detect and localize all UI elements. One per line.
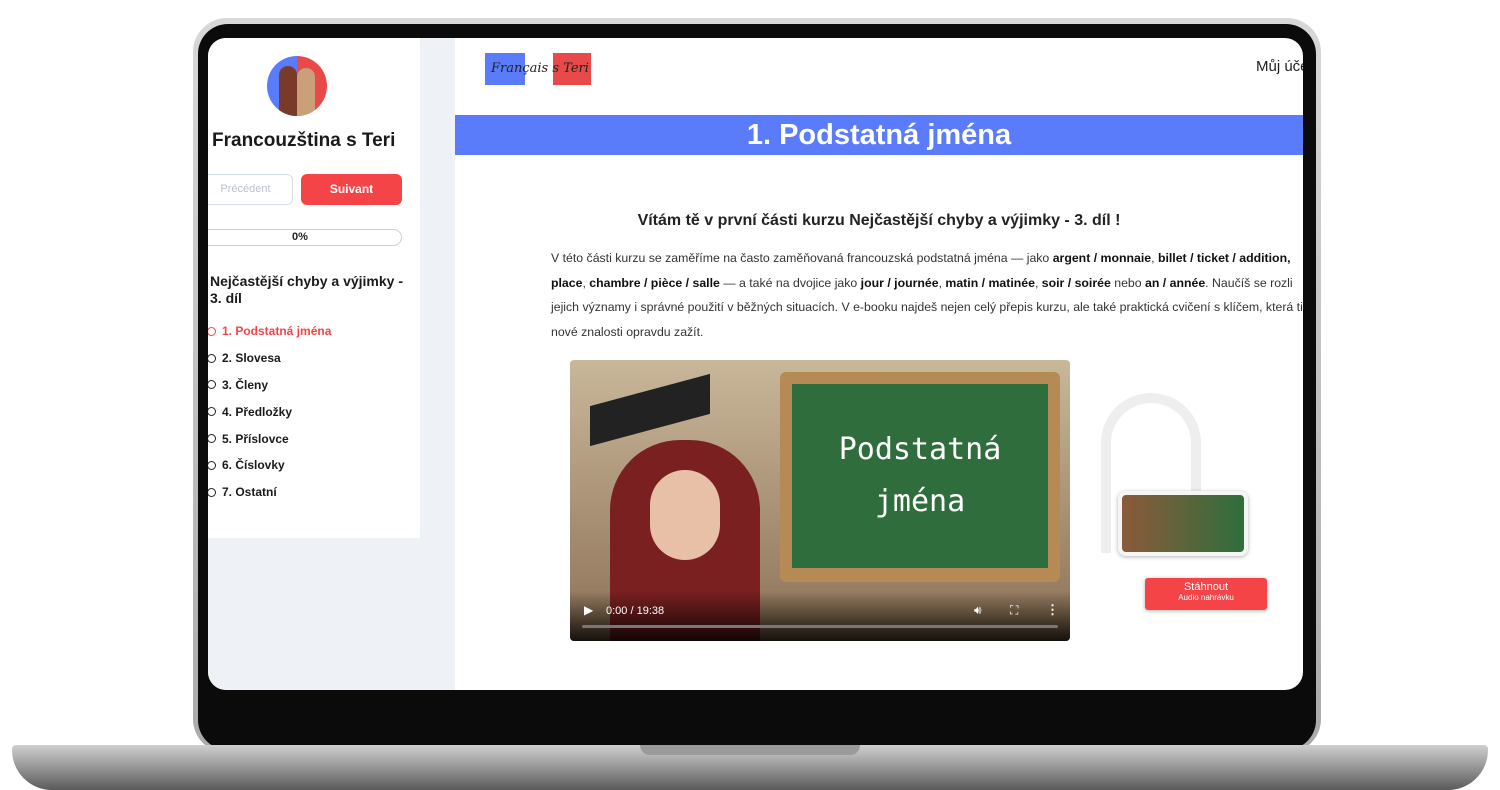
- intro-paragraph: V této části kurzu se zaměříme na často …: [551, 251, 1303, 339]
- phone-thumbnail-image: [1118, 491, 1248, 556]
- fullscreen-icon[interactable]: ⛶: [1010, 603, 1018, 618]
- status-circle-icon: [208, 487, 216, 497]
- course-progress: 0%: [208, 229, 402, 246]
- lesson-item[interactable]: 4. Předložky: [208, 398, 331, 425]
- video-seek-bar[interactable]: [582, 625, 1058, 628]
- lesson-title: 1. Podstatná jména: [455, 115, 1303, 155]
- teacher-face: [650, 470, 720, 560]
- status-circle-icon: [208, 326, 216, 336]
- account-link[interactable]: Můj úče: [1256, 58, 1303, 75]
- lesson-label: 5. Příslovce: [222, 431, 289, 446]
- video-controls: ▶ 0:00 / 19:38 🔊︎ ⛶ ⋮: [570, 591, 1070, 641]
- lesson-item[interactable]: 3. Členy: [208, 372, 331, 399]
- lesson-item[interactable]: 5. Příslovce: [208, 425, 331, 452]
- logo-text: Français s Teri: [491, 61, 589, 76]
- avatar: [267, 56, 327, 116]
- lesson-list: 1. Podstatná jména 2. Slovesa 3. Členy 4…: [208, 318, 331, 506]
- download-label: Stáhnout: [1183, 581, 1229, 593]
- lesson-label: 4. Předložky: [222, 404, 293, 419]
- lesson-label: 7. Ostatní: [222, 485, 277, 500]
- course-title: Nejčastější chyby a výjimky - 3. díl: [210, 273, 403, 306]
- site-logo[interactable]: Français s Teri: [483, 50, 593, 88]
- sidebar: Francouzština s Teri Précédent Suivant 0…: [208, 38, 420, 538]
- volume-icon[interactable]: 🔊︎: [974, 603, 982, 618]
- video-time: 0:00 / 19:38: [606, 605, 665, 617]
- lesson-label: 2. Slovesa: [222, 351, 281, 366]
- status-circle-icon: [208, 407, 216, 417]
- status-circle-icon: [208, 353, 216, 363]
- lesson-item[interactable]: 7. Ostatní: [208, 479, 331, 506]
- next-button[interactable]: Suivant: [301, 174, 402, 205]
- status-circle-icon: [208, 434, 216, 444]
- status-circle-icon: [208, 460, 216, 470]
- chalkboard: Podstatná jména: [780, 372, 1060, 582]
- graduation-cap-icon: [590, 373, 710, 447]
- screen: Francouzština s Teri Précédent Suivant 0…: [208, 38, 1303, 690]
- more-options-icon[interactable]: ⋮: [1046, 602, 1059, 618]
- download-sublabel: Audio nahrávku: [1178, 593, 1234, 602]
- lesson-item[interactable]: 1. Podstatná jména: [208, 318, 331, 345]
- welcome-heading: Vítám tě v první části kurzu Nejčastější…: [637, 212, 1121, 229]
- lesson-item[interactable]: 6. Číslovky: [208, 452, 331, 479]
- lesson-item[interactable]: 2. Slovesa: [208, 345, 331, 372]
- play-icon[interactable]: ▶: [584, 603, 593, 617]
- previous-button[interactable]: Précédent: [208, 174, 293, 205]
- video-player[interactable]: Podstatná jména ▶ 0:00 / 19:38 🔊︎ ⛶ ⋮: [570, 360, 1070, 641]
- laptop-notch: [640, 745, 860, 755]
- lesson-label: 3. Členy: [222, 377, 269, 392]
- site-name: Francouzština s Teri: [212, 130, 396, 151]
- status-circle-icon: [208, 380, 216, 390]
- download-audio-button[interactable]: Stáhnout Audio nahrávku: [1145, 578, 1267, 610]
- sidebar-background: [208, 538, 455, 690]
- lesson-label: 6. Číslovky: [222, 458, 285, 473]
- lesson-label: 1. Podstatná jména: [222, 324, 332, 339]
